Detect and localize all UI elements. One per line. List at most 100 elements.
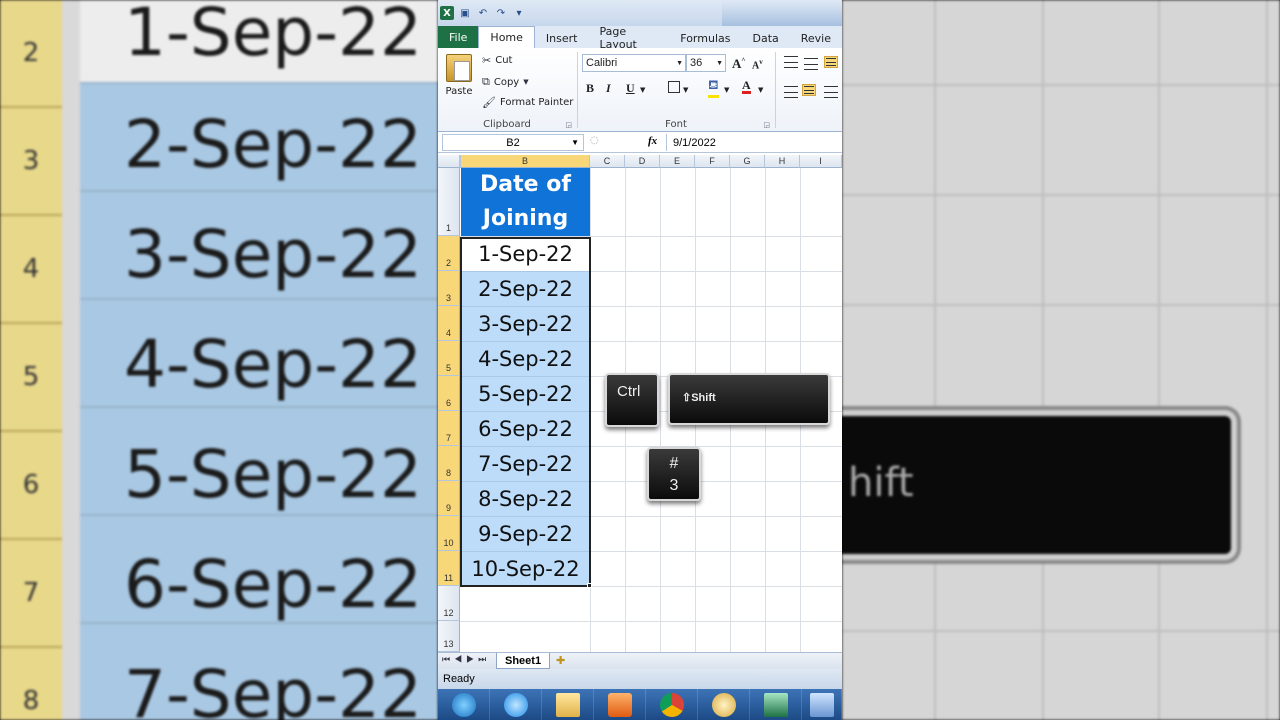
taskbar-explorer[interactable] — [542, 689, 594, 720]
borders-icon[interactable] — [668, 81, 680, 93]
paste-button[interactable]: Paste — [444, 54, 474, 97]
formula-input[interactable]: 9/1/2022 — [666, 134, 842, 151]
row-header-7[interactable]: 7 — [438, 411, 460, 446]
taskbar-media[interactable] — [594, 689, 646, 720]
date-cell[interactable]: 8-Sep-22 — [461, 482, 590, 517]
dialog-launcher-icon[interactable]: ◲ — [763, 121, 770, 129]
insert-function-button[interactable]: fx — [648, 135, 657, 147]
cut-label: Cut — [495, 55, 513, 66]
select-all-corner[interactable] — [438, 155, 460, 168]
tab-review[interactable]: Revie — [790, 28, 842, 48]
key-number-3: 3 — [669, 477, 679, 494]
column-header-g[interactable]: G — [730, 155, 765, 168]
date-cell[interactable]: 1-Sep-22 — [461, 237, 590, 272]
ribbon-home: Paste ✂ Cut ⧉ Copy ▼ 🖌 Format Painter Cl… — [438, 48, 842, 132]
italic-button[interactable]: I — [606, 81, 611, 96]
copy-button[interactable]: ⧉ Copy ▼ — [482, 75, 529, 89]
font-name-dropdown[interactable]: Calibri ▼ — [582, 54, 686, 72]
column-header-i[interactable]: I — [800, 155, 842, 168]
bg-gridline — [1158, 0, 1160, 720]
row-header-4[interactable]: 4 — [438, 306, 460, 341]
column-header-c[interactable]: C — [590, 155, 625, 168]
bg-gridline — [842, 84, 1280, 86]
row-header-9[interactable]: 9 — [438, 481, 460, 516]
formula-bar-resize-icon[interactable]: ◌ — [590, 135, 599, 146]
bg-row-number: 4 — [0, 216, 62, 324]
date-cell[interactable]: 3-Sep-22 — [461, 307, 590, 342]
row-header-1[interactable]: 1 — [438, 168, 460, 236]
date-cell[interactable]: 6-Sep-22 — [461, 412, 590, 447]
column-header-h[interactable]: H — [765, 155, 800, 168]
fill-handle[interactable] — [587, 583, 592, 588]
column-header-e[interactable]: E — [660, 155, 695, 168]
tab-home[interactable]: Home — [478, 26, 535, 48]
dialog-launcher-icon[interactable]: ◲ — [565, 121, 572, 129]
row-header-11[interactable]: 11 — [438, 551, 460, 586]
row-header-12[interactable]: 12 — [438, 586, 460, 621]
align-left-icon[interactable] — [784, 86, 798, 98]
font-color-button[interactable]: A — [742, 79, 751, 94]
customize-toolbar-icon[interactable]: ▾ — [512, 6, 526, 20]
shift-arrow-icon: ⇧ — [682, 392, 692, 404]
column-header-f[interactable]: F — [695, 155, 730, 168]
column-header-d[interactable]: D — [625, 155, 660, 168]
taskbar-excel[interactable] — [750, 689, 802, 720]
tab-formulas[interactable]: Formulas — [669, 28, 741, 48]
undo-icon[interactable]: ↶ — [476, 6, 490, 20]
align-top-icon[interactable] — [784, 56, 798, 68]
bg-gridline — [934, 0, 936, 720]
worksheet-grid[interactable]: B C D E F G H I 1 2 3 4 5 6 7 8 9 10 11 … — [438, 155, 842, 652]
date-cell[interactable]: 4-Sep-22 — [461, 342, 590, 377]
align-bottom-icon[interactable] — [824, 56, 838, 68]
row-header-5[interactable]: 5 — [438, 341, 460, 376]
grow-font-icon[interactable]: A^ — [732, 56, 745, 72]
insert-sheet-icon[interactable]: ✚ — [556, 654, 565, 667]
align-center-icon[interactable] — [802, 84, 816, 96]
font-size-dropdown[interactable]: 36 ▼ — [686, 54, 726, 72]
row-header-3[interactable]: 3 — [438, 271, 460, 306]
tab-insert[interactable]: Insert — [535, 28, 589, 48]
align-right-icon[interactable] — [824, 86, 838, 98]
format-painter-button[interactable]: 🖌 Format Painter — [482, 96, 573, 109]
tab-file[interactable]: File — [438, 26, 479, 48]
sheet-tab-bar: ⏮◀▶⏭ Sheet1 ✚ — [438, 652, 842, 669]
shrink-font-icon[interactable]: Av — [752, 58, 763, 71]
row-header-10[interactable]: 10 — [438, 516, 460, 551]
cut-button[interactable]: ✂ Cut — [482, 54, 512, 67]
name-box[interactable]: B2 ▼ — [442, 134, 584, 151]
date-cell[interactable]: 10-Sep-22 — [461, 552, 590, 587]
taskbar-ie[interactable] — [490, 689, 542, 720]
date-cell[interactable]: 7-Sep-22 — [461, 447, 590, 482]
date-cell[interactable]: 2-Sep-22 — [461, 272, 590, 307]
chevron-down-icon: ▼ — [683, 86, 689, 94]
bold-button[interactable]: B — [586, 81, 594, 96]
bg-date-text: 3-Sep-22 — [124, 216, 422, 293]
tab-data[interactable]: Data — [741, 28, 789, 48]
bg-date-text: 4-Sep-22 — [124, 326, 422, 403]
taskbar-chrome[interactable] — [646, 689, 698, 720]
sheet-tab-sheet1[interactable]: Sheet1 — [496, 653, 551, 669]
bg-gridline — [842, 630, 1280, 632]
align-middle-icon[interactable] — [804, 58, 818, 70]
column-header-b[interactable]: B — [461, 155, 590, 168]
row-header-2[interactable]: 2 — [438, 236, 460, 271]
tab-page-layout[interactable]: Page Layout — [588, 25, 669, 51]
header-cell-date-of-joining[interactable]: Date of Joining — [461, 168, 590, 236]
chevron-down-icon: ▼ — [758, 86, 764, 94]
underline-button[interactable]: U — [626, 81, 635, 96]
date-cell[interactable]: 5-Sep-22 — [461, 377, 590, 412]
save-icon[interactable]: ▣ — [458, 6, 472, 20]
scissors-icon: ✂ — [482, 54, 492, 67]
fill-color-icon[interactable]: ⛾ — [708, 78, 719, 98]
sheet-nav-arrows-icon[interactable]: ⏮◀▶⏭ — [442, 654, 490, 665]
bg-row-number: 8 — [0, 648, 62, 720]
taskbar-extra[interactable] — [802, 689, 842, 720]
background-right-zoom: hift — [842, 0, 1280, 720]
row-header-8[interactable]: 8 — [438, 446, 460, 481]
start-button[interactable] — [438, 689, 490, 720]
taskbar-paint[interactable] — [698, 689, 750, 720]
row-header-13[interactable]: 13 — [438, 621, 460, 652]
row-header-6[interactable]: 6 — [438, 376, 460, 411]
date-cell[interactable]: 9-Sep-22 — [461, 517, 590, 552]
redo-icon[interactable]: ↷ — [494, 6, 508, 20]
